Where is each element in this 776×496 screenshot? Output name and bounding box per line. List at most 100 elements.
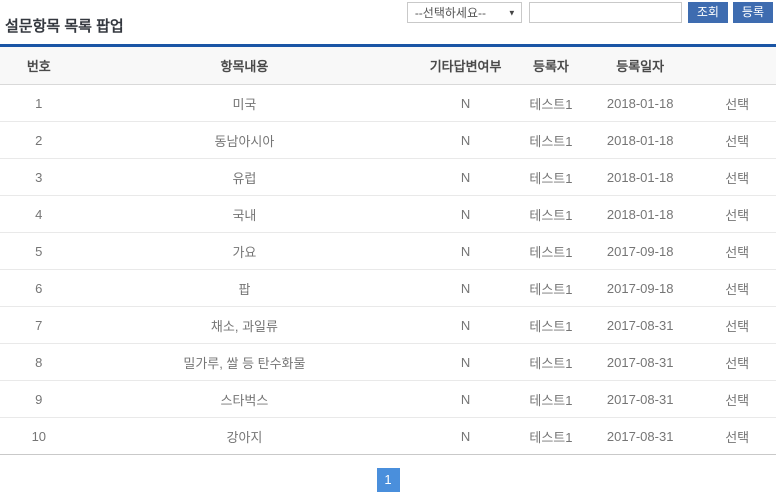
cell-action: 선택 — [698, 195, 776, 233]
search-button[interactable]: 조회 — [687, 2, 728, 23]
keyword-input[interactable] — [528, 2, 682, 23]
header-row: 번호 항목내용 기타답변여부 등록자 등록일자 — [0, 45, 776, 85]
cell-reg-date: 2018-01-18 — [581, 158, 699, 196]
header-reg-date: 등록일자 — [581, 45, 699, 85]
cell-no: 3 — [0, 158, 78, 196]
cell-content: 동남아시아 — [77, 121, 412, 159]
cell-writer: 테스트1 — [519, 269, 582, 307]
cell-writer: 테스트1 — [519, 84, 582, 122]
cell-writer: 테스트1 — [519, 195, 582, 233]
cell-content: 강아지 — [77, 417, 412, 455]
table-head: 번호 항목내용 기타답변여부 등록자 등록일자 — [0, 45, 776, 85]
survey-item-table: 번호 항목내용 기타답변여부 등록자 등록일자 1 미국 N 테스트1 2018-01-… — [0, 44, 776, 455]
cell-other-answer: N — [411, 417, 520, 455]
row-select-link[interactable]: 선택 — [725, 171, 749, 186]
header-action — [698, 45, 776, 85]
cell-no: 1 — [0, 84, 78, 122]
cell-reg-date: 2017-09-18 — [581, 232, 699, 270]
search-controls: --선택하세요-- ▼ 조회 등록 — [406, 2, 773, 23]
cell-action: 선택 — [698, 158, 776, 196]
cell-other-answer: N — [411, 195, 520, 233]
table-row: 5 가요 N 테스트1 2017-09-18 선택 — [0, 232, 776, 270]
cell-action: 선택 — [698, 232, 776, 270]
cell-no: 4 — [0, 195, 78, 233]
cell-content: 밀가루, 쌀 등 탄수화물 — [77, 343, 412, 381]
cell-writer: 테스트1 — [519, 417, 582, 455]
cell-writer: 테스트1 — [519, 306, 582, 344]
table-row: 4 국내 N 테스트1 2018-01-18 선택 — [0, 195, 776, 233]
table-row: 9 스타벅스 N 테스트1 2017-08-31 선택 — [0, 380, 776, 418]
cell-other-answer: N — [411, 269, 520, 307]
cell-action: 선택 — [698, 121, 776, 159]
cell-no: 2 — [0, 121, 78, 159]
row-select-link[interactable]: 선택 — [725, 97, 749, 112]
cell-action: 선택 — [698, 269, 776, 307]
pagination: 1 — [0, 468, 776, 492]
cell-other-answer: N — [411, 343, 520, 381]
cell-writer: 테스트1 — [519, 380, 582, 418]
register-button[interactable]: 등록 — [732, 2, 773, 23]
cell-reg-date: 2018-01-18 — [581, 84, 699, 122]
cell-other-answer: N — [411, 84, 520, 122]
table-row: 6 팝 N 테스트1 2017-09-18 선택 — [0, 269, 776, 307]
cell-action: 선택 — [698, 380, 776, 418]
cell-content: 국내 — [77, 195, 412, 233]
page-title: 설문항목 목록 팝업 — [5, 18, 124, 35]
cell-reg-date: 2017-08-31 — [581, 343, 699, 381]
cell-action: 선택 — [698, 306, 776, 344]
cell-other-answer: N — [411, 158, 520, 196]
table-row: 7 채소, 과일류 N 테스트1 2017-08-31 선택 — [0, 306, 776, 344]
top-bar: 설문항목 목록 팝업 --선택하세요-- ▼ 조회 등록 — [0, 0, 776, 44]
cell-no: 8 — [0, 343, 78, 381]
row-select-link[interactable]: 선택 — [725, 245, 749, 260]
cell-writer: 테스트1 — [519, 158, 582, 196]
cell-reg-date: 2017-08-31 — [581, 380, 699, 418]
header-other-answer: 기타답변여부 — [411, 45, 520, 85]
cell-reg-date: 2017-08-31 — [581, 306, 699, 344]
cell-other-answer: N — [411, 306, 520, 344]
cell-reg-date: 2017-09-18 — [581, 269, 699, 307]
cell-other-answer: N — [411, 380, 520, 418]
cell-other-answer: N — [411, 232, 520, 270]
row-select-link[interactable]: 선택 — [725, 208, 749, 223]
row-select-link[interactable]: 선택 — [725, 134, 749, 149]
row-select-link[interactable]: 선택 — [725, 282, 749, 297]
table-row: 10 강아지 N 테스트1 2017-08-31 선택 — [0, 417, 776, 455]
cell-action: 선택 — [698, 84, 776, 122]
header-content: 항목내용 — [77, 45, 412, 85]
cell-writer: 테스트1 — [519, 121, 582, 159]
cell-content: 유럽 — [77, 158, 412, 196]
table-row: 1 미국 N 테스트1 2018-01-18 선택 — [0, 84, 776, 122]
table-body: 1 미국 N 테스트1 2018-01-18 선택 2 동남아시아 N 테스트1 2018-01-1… — [0, 84, 776, 455]
cell-content: 가요 — [77, 232, 412, 270]
row-select-link[interactable]: 선택 — [725, 356, 749, 371]
category-select[interactable]: --선택하세요-- — [406, 2, 522, 23]
category-select-wrap: --선택하세요-- ▼ — [406, 2, 522, 23]
cell-content: 스타벅스 — [77, 380, 412, 418]
cell-content: 팝 — [77, 269, 412, 307]
cell-reg-date: 2017-08-31 — [581, 417, 699, 455]
cell-no: 9 — [0, 380, 78, 418]
cell-other-answer: N — [411, 121, 520, 159]
cell-reg-date: 2018-01-18 — [581, 121, 699, 159]
row-select-link[interactable]: 선택 — [725, 430, 749, 445]
row-select-link[interactable]: 선택 — [725, 393, 749, 408]
cell-writer: 테스트1 — [519, 232, 582, 270]
cell-content: 미국 — [77, 84, 412, 122]
cell-no: 7 — [0, 306, 78, 344]
cell-no: 6 — [0, 269, 78, 307]
cell-no: 5 — [0, 232, 78, 270]
cell-no: 10 — [0, 417, 78, 455]
row-select-link[interactable]: 선택 — [725, 319, 749, 334]
cell-writer: 테스트1 — [519, 343, 582, 381]
cell-reg-date: 2018-01-18 — [581, 195, 699, 233]
cell-action: 선택 — [698, 417, 776, 455]
table-row: 2 동남아시아 N 테스트1 2018-01-18 선택 — [0, 121, 776, 159]
header-no: 번호 — [0, 45, 78, 85]
cell-action: 선택 — [698, 343, 776, 381]
table-row: 8 밀가루, 쌀 등 탄수화물 N 테스트1 2017-08-31 선택 — [0, 343, 776, 381]
cell-content: 채소, 과일류 — [77, 306, 412, 344]
header-writer: 등록자 — [519, 45, 582, 85]
pagination-page-1[interactable]: 1 — [376, 468, 400, 492]
table-row: 3 유럽 N 테스트1 2018-01-18 선택 — [0, 158, 776, 196]
